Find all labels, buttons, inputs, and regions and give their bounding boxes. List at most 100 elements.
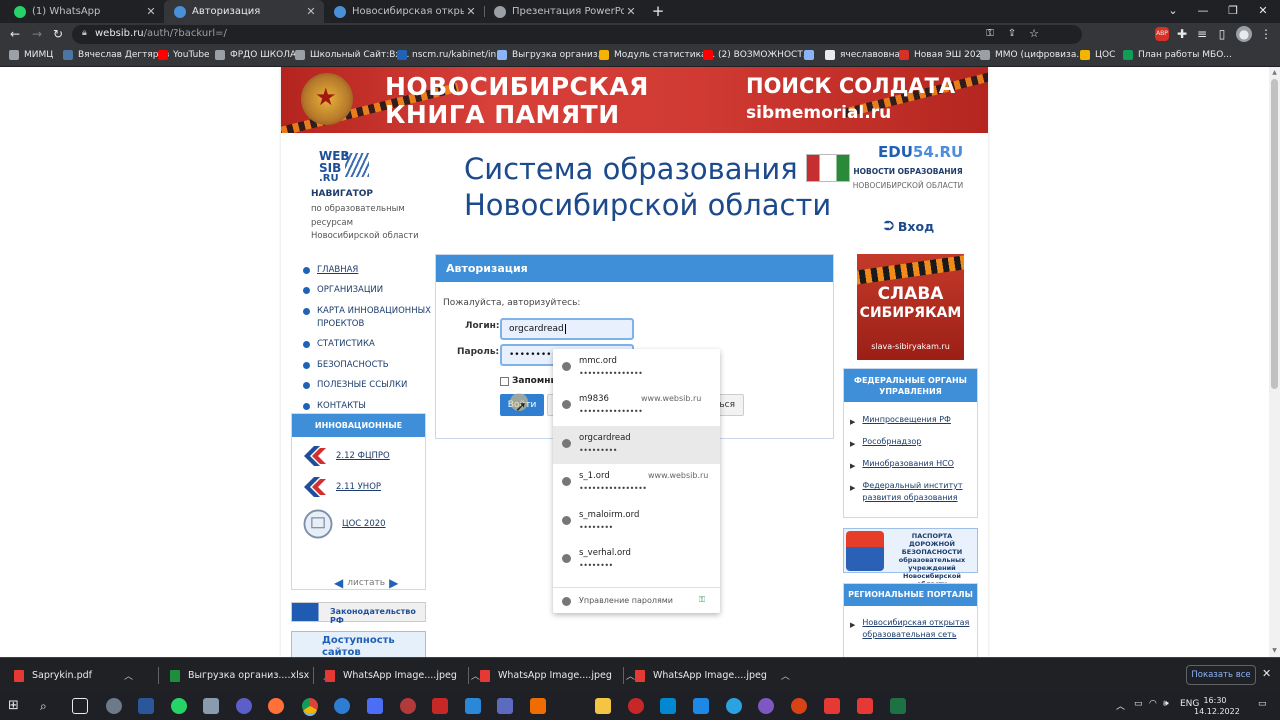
bookmark-item[interactable]: nscm.ru/kabinet/in...	[397, 50, 505, 60]
regional-link[interactable]: ▶ Новосибирская открытая образовательная …	[850, 617, 975, 641]
download-item[interactable]: WhatsApp Image....jpeg ︿	[480, 665, 635, 686]
menu-item-useful-links[interactable]: ПОЛЕЗНЫЕ ССЫЛКИ	[301, 376, 431, 397]
close-tab-icon[interactable]: ✕	[464, 5, 478, 18]
adblock-icon[interactable]: ABP	[1155, 27, 1169, 41]
tab-search-icon[interactable]: ⌄	[1158, 0, 1188, 23]
app-icon[interactable]	[758, 698, 774, 714]
menu-item-home[interactable]: ГЛАВНАЯ	[301, 260, 431, 281]
bookmark-item[interactable]: МИМЦ	[9, 50, 53, 60]
telegram-icon[interactable]	[726, 698, 742, 714]
prev-arrow-icon[interactable]: ◀	[334, 576, 343, 590]
chevron-up-icon[interactable]: ︿	[626, 669, 635, 682]
app-icon[interactable]	[660, 698, 676, 714]
reading-list-icon[interactable]: ≡	[1194, 26, 1210, 42]
app-icon[interactable]	[400, 698, 416, 714]
taskbar-clock[interactable]: 16:30 14.12.2022	[1194, 695, 1240, 717]
scroll-up-arrow-icon[interactable]: ▲	[1271, 69, 1278, 76]
bookmark-item[interactable]: (2) ВОЗМОЖНОСТ...	[703, 50, 811, 60]
autofill-item[interactable]: s_verhal.ord ••••••••	[553, 541, 720, 579]
menu-item-innovation-map[interactable]: КАРТА ИННОВАЦИОННЫХ ПРОЕКТОВ	[301, 301, 431, 335]
bookmark-item[interactable]: ММО (цифровиза...	[980, 50, 1085, 60]
firefox-icon[interactable]	[268, 698, 284, 714]
download-item[interactable]: Saprykin.pdf ︿	[14, 665, 133, 686]
scroll-down-arrow-icon[interactable]: ▼	[1271, 647, 1278, 654]
chevron-up-icon[interactable]: ︿	[781, 669, 790, 682]
share-icon[interactable]: ⇪	[1004, 26, 1020, 42]
autofill-item-selected[interactable]: orgcardread •••••••••	[553, 426, 720, 464]
restore-button[interactable]: ❐	[1218, 0, 1248, 23]
reload-icon[interactable]: ↻	[50, 26, 66, 42]
autofill-item[interactable]: s_maloirm.ord ••••••••	[553, 503, 720, 541]
app-icon[interactable]	[236, 698, 252, 714]
menu-dots-icon[interactable]: ⋮	[1258, 26, 1274, 42]
app-icon[interactable]	[791, 698, 807, 714]
tab-whatsapp[interactable]: (1) WhatsApp ✕	[4, 0, 164, 23]
new-tab-button[interactable]: +	[650, 3, 666, 19]
menu-item-statistics[interactable]: СТАТИСТИКА	[301, 335, 431, 356]
bookmark-item[interactable]: Новая ЭШ 2021	[899, 50, 987, 60]
federal-link[interactable]: ▶ Рособрнадзор	[850, 436, 975, 450]
autofill-item[interactable]: m9836 www.websib.ru •••••••••••••••	[553, 387, 720, 425]
app-icon[interactable]	[203, 698, 219, 714]
bookmark-item[interactable]: Модуль статистика...	[599, 50, 715, 60]
bookmark-item[interactable]: ФРДО ШКОЛА	[215, 50, 296, 60]
back-arrow-icon[interactable]: ←	[7, 26, 23, 42]
login-link[interactable]: ⮊ Вход	[884, 219, 934, 234]
search-icon[interactable]: ⌕	[40, 698, 56, 714]
autofill-item[interactable]: mmc.ord •••••••••••••••	[553, 349, 720, 387]
remember-checkbox[interactable]	[500, 376, 509, 386]
law-banner[interactable]: Законодательство РФ	[291, 602, 426, 625]
scrollbar-thumb[interactable]	[1271, 79, 1278, 389]
autofill-item[interactable]: s_1.ord www.websib.ru ••••••••••••••••	[553, 464, 720, 502]
federal-link[interactable]: ▶ Минобразования НСО	[850, 458, 975, 472]
whatsapp-icon[interactable]	[171, 698, 187, 714]
app-icon[interactable]	[465, 698, 481, 714]
network-icon[interactable]: ▭	[1134, 699, 1143, 709]
app-icon[interactable]	[857, 698, 873, 714]
accessibility-banner[interactable]: Доступность сайтов образовательны	[291, 631, 426, 657]
federal-link[interactable]: ▶ Минпросвещения РФ	[850, 414, 975, 428]
download-item[interactable]: Выгрузка организ....xlsx ︿	[170, 665, 332, 686]
close-window-button[interactable]: ✕	[1248, 0, 1278, 23]
remember-me[interactable]: Запомни	[500, 376, 557, 386]
app-icon[interactable]	[824, 698, 840, 714]
bookmark-item[interactable]	[804, 50, 819, 60]
save-icon[interactable]	[367, 698, 383, 714]
chrome-icon[interactable]	[302, 698, 318, 714]
bookmark-item[interactable]: План работы МБО...	[1123, 50, 1232, 60]
edu54-logo[interactable]: EDU54.RU	[878, 143, 963, 161]
show-all-downloads-button[interactable]: Показать все	[1186, 665, 1256, 685]
bookmark-item[interactable]: Выгрузка организ...	[497, 50, 606, 60]
close-downloads-icon[interactable]: ✕	[1262, 667, 1271, 680]
close-tab-icon[interactable]: ✕	[624, 5, 638, 18]
tab-powerpoint[interactable]: Презентация PowerPoint ✕	[484, 0, 644, 23]
manage-passwords-link[interactable]: Управление паролями ⚿	[553, 587, 720, 613]
app-icon[interactable]	[334, 698, 350, 714]
menu-item-security[interactable]: БЕЗОПАСНОСТЬ	[301, 355, 431, 376]
bookmark-item[interactable]: ЦОС	[1080, 50, 1115, 60]
address-bar[interactable]: 🔒︎ websib.ru/auth/?backurl=/ ⚿ ⇪ ☆	[72, 25, 1082, 44]
side-panel-icon[interactable]: ▯	[1214, 26, 1230, 42]
chevron-up-icon[interactable]: ︿	[124, 669, 133, 682]
star-icon[interactable]: ☆	[1026, 26, 1042, 42]
notifications-icon[interactable]: ▭	[1258, 699, 1267, 709]
innovation-item[interactable]: 2.11 УНОР	[302, 475, 381, 499]
page-scrollbar[interactable]: ▲ ▼	[1269, 67, 1280, 657]
app-icon[interactable]	[432, 698, 448, 714]
key-icon[interactable]: ⚿	[982, 26, 998, 42]
bookmark-item[interactable]: ячеславовна	[825, 50, 900, 60]
volume-icon[interactable]: 🕪︎	[1163, 699, 1169, 709]
app-icon[interactable]	[693, 698, 709, 714]
slava-sibiryakam-banner[interactable]: СЛАВА СИБИРЯКАМ slava-sibiryakam.ru	[857, 254, 964, 360]
menu-item-organizations[interactable]: ОРГАНИЗАЦИИ	[301, 281, 431, 302]
tray-chevron-up-icon[interactable]: ︿	[1116, 699, 1125, 712]
windows-start-icon[interactable]: ⊞	[8, 698, 24, 714]
forward-arrow-icon[interactable]: →	[29, 26, 45, 42]
wifi-icon[interactable]: ◠	[1149, 699, 1157, 709]
minimize-button[interactable]: —	[1188, 0, 1218, 23]
innovation-item[interactable]: 2.12 ФЦПРО	[302, 444, 390, 468]
bookmark-item[interactable]: Школьный Сайт:Вх...	[295, 50, 409, 60]
app-icon[interactable]	[628, 698, 644, 714]
innovation-item[interactable]: ЦОС 2020	[302, 508, 386, 540]
websib-logo[interactable]: WEB SIB .RU	[319, 149, 369, 187]
